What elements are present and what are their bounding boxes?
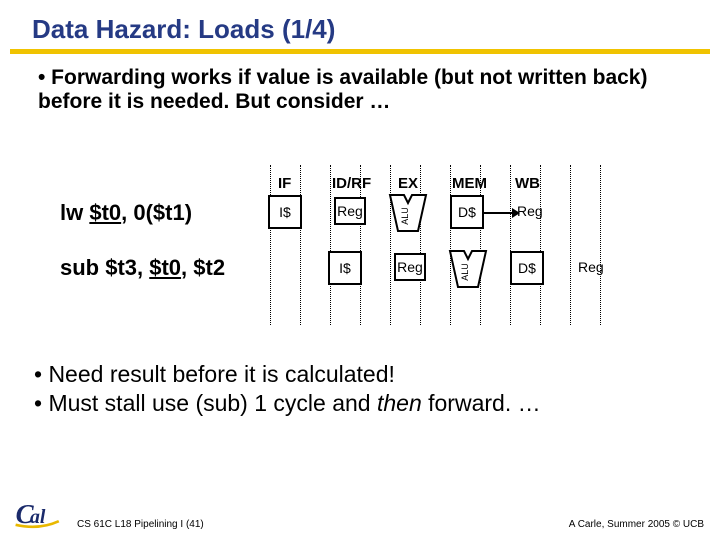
lw-reg2: Reg [517,203,543,219]
sub-alu-icon: ALU [448,249,488,289]
sub-icache: I$ [328,251,362,285]
stage-wb: WB [515,175,540,192]
lw-dcache: D$ [450,195,484,229]
slide-title: Data Hazard: Loads (1/4) [10,0,710,54]
svg-text:ALU: ALU [400,207,410,225]
cal-logo-icon: C al [12,494,66,534]
lw-reg1: Reg [334,197,366,225]
svg-text:ALU: ALU [460,263,470,281]
stage-id: ID/RF [332,175,371,192]
bullet-need-result: • Need result before it is calculated! [34,360,692,389]
pipeline-diagram: IF ID/RF EX MEM WB lw $t0, 0($t1) sub $t… [40,155,680,335]
sub-reg1: Reg [394,253,426,281]
lw-icache: I$ [268,195,302,229]
sub-dcache: D$ [510,251,544,285]
lw-arrow-icon [484,207,520,219]
stage-if: IF [278,175,291,192]
footer-right: A Carle, Summer 2005 © UCB [569,519,704,530]
sub-reg2: Reg [578,259,604,275]
bullet-top: • Forwarding works if value is available… [0,54,720,114]
bullet-must-stall: • Must stall use (sub) 1 cycle and then … [34,389,692,418]
stage-ex: EX [398,175,418,192]
footer-left: CS 61C L18 Pipelining I (41) [77,519,204,530]
instr-lw: lw $t0, 0($t1) [60,200,192,226]
lw-alu-icon: ALU [388,193,428,233]
stage-mem: MEM [452,175,487,192]
instr-sub: sub $t3, $t0, $t2 [60,255,225,281]
